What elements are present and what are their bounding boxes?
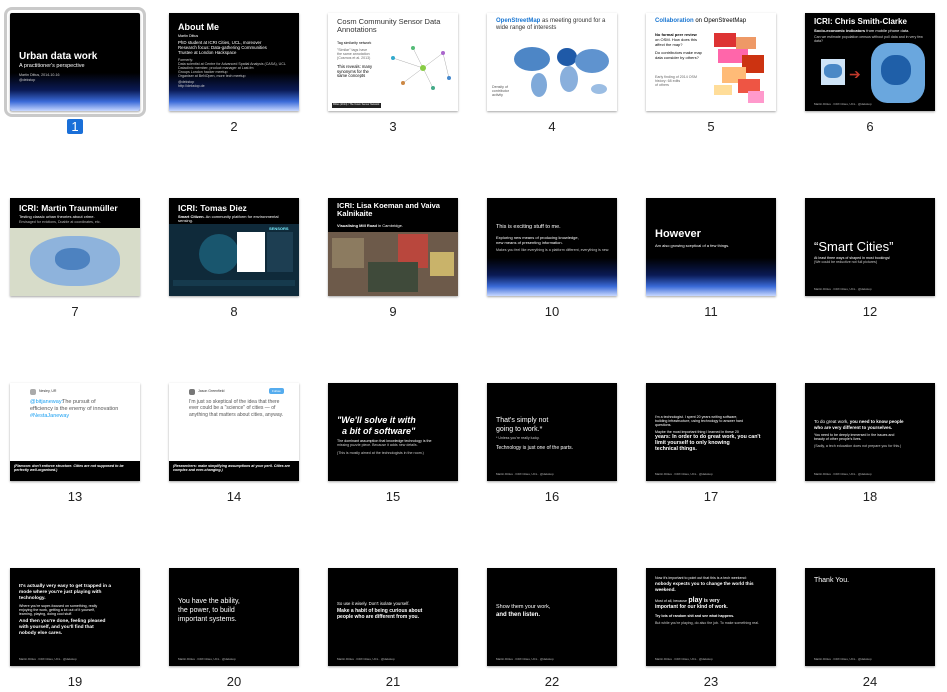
slide-thumb-24[interactable]: Thank You. Martin Dittus · ICRI Cities, … bbox=[805, 568, 935, 689]
slide-number: 21 bbox=[385, 674, 401, 689]
london-map bbox=[10, 228, 140, 296]
slide-thumb-22[interactable]: Show them your work, and then listen. Ma… bbox=[487, 568, 617, 689]
slide-preview[interactable]: However Am also growing sceptical of a f… bbox=[646, 198, 776, 296]
small-map-image bbox=[821, 59, 845, 85]
slide-preview[interactable]: Now it's important to point out that thi… bbox=[646, 568, 776, 666]
slide-number: 5 bbox=[707, 119, 715, 134]
slide-number: 18 bbox=[862, 489, 878, 504]
slide-thumb-10[interactable]: This is exciting stuff to me. Exploring … bbox=[487, 198, 617, 319]
slide-preview[interactable]: Collaboration on OpenStreetMap No formal… bbox=[646, 13, 776, 111]
slide-preview[interactable]: This is exciting stuff to me. Exploring … bbox=[487, 198, 617, 296]
slide-title: Collaboration on OpenStreetMap bbox=[655, 18, 747, 24]
slide-thumb-23[interactable]: Now it's important to point out that thi… bbox=[646, 568, 776, 689]
slide-thumb-7[interactable]: ICRI: Martin Traunmüller Testing classic… bbox=[10, 198, 140, 319]
slide-number: 3 bbox=[389, 119, 397, 134]
tag-network-graph bbox=[391, 46, 451, 90]
slide-number: 19 bbox=[67, 674, 83, 689]
slide-preview[interactable]: "We'll solve it with a bit of software" … bbox=[328, 383, 458, 481]
tweet-card: Jason Greenfield Follow I'm just so skep… bbox=[169, 383, 299, 461]
slide-number: 15 bbox=[385, 489, 401, 504]
slide-thumb-21[interactable]: So use it wisely. Don't isolate yourself… bbox=[328, 568, 458, 689]
slide-preview[interactable]: ICRI: Martin Traunmüller Testing classic… bbox=[10, 198, 140, 296]
slide-preview[interactable]: It's actually very easy to get trapped i… bbox=[10, 568, 140, 666]
slide-thumb-6[interactable]: ICRI: Chris Smith-Clarke Socio-economic … bbox=[805, 13, 935, 134]
slide-meta: Martin Dittus, 2014-10-16 bbox=[19, 73, 60, 77]
tweet-card: Nesley, UR @bitjaneway: The pursuit of e… bbox=[10, 383, 140, 461]
slide-title: ICRI: Martin Traunmüller bbox=[19, 203, 118, 213]
slide-number: 23 bbox=[703, 674, 719, 689]
slide-preview[interactable]: Cosm Community Sensor Data Annotations T… bbox=[328, 13, 458, 111]
slide-thumb-17[interactable]: I'm a technologist. I spent 20 years wri… bbox=[646, 383, 776, 504]
slide-thumb-4[interactable]: OpenStreetMap as meeting ground for a wi… bbox=[487, 13, 617, 134]
slide-number: 7 bbox=[71, 304, 79, 319]
slide-number: 22 bbox=[544, 674, 560, 689]
slide-thumb-2[interactable]: About Me Martin Dittus PhD student at IC… bbox=[169, 13, 299, 134]
slide-preview[interactable]: To do great work, you need to know peopl… bbox=[805, 383, 935, 481]
slide-number: 11 bbox=[704, 304, 718, 319]
slide-number: 1 bbox=[10, 119, 140, 134]
slide-number: 17 bbox=[703, 489, 719, 504]
slide-number: 4 bbox=[548, 119, 556, 134]
slide-preview[interactable]: That's simply not going to work.* * Unle… bbox=[487, 383, 617, 481]
slide-thumb-14[interactable]: Jason Greenfield Follow I'm just so skep… bbox=[169, 383, 299, 504]
slide-preview[interactable]: About Me Martin Dittus PhD student at IC… bbox=[169, 13, 299, 111]
slide-thumb-16[interactable]: That's simply not going to work.* * Unle… bbox=[487, 383, 617, 504]
slide-preview[interactable]: OpenStreetMap as meeting ground for a wi… bbox=[487, 13, 617, 111]
arrow-right-icon: ➔ bbox=[849, 66, 861, 82]
slide-thumb-13[interactable]: Nesley, UR @bitjaneway: The pursuit of e… bbox=[10, 383, 140, 504]
slide-number: 9 bbox=[389, 304, 397, 319]
slide-number: 20 bbox=[226, 674, 242, 689]
slide-title: Cosm Community Sensor Data Annotations bbox=[337, 17, 441, 35]
slide-title: However bbox=[655, 228, 701, 240]
slide-number: 14 bbox=[226, 489, 242, 504]
slide-subtitle: A practitioner's perspective bbox=[19, 63, 85, 69]
slide-title: ICRI: Chris Smith-Clarke bbox=[814, 17, 907, 26]
slide-title: Thank You. bbox=[814, 577, 850, 584]
slide-number: 12 bbox=[862, 304, 878, 319]
slide-preview[interactable]: So use it wisely. Don't isolate yourself… bbox=[328, 568, 458, 666]
slide-title: Urban data work bbox=[19, 51, 98, 62]
slide-number: 2 bbox=[230, 119, 238, 134]
slide-thumb-11[interactable]: However Am also growing sceptical of a f… bbox=[646, 198, 776, 319]
slide-thumb-15[interactable]: "We'll solve it with a bit of software" … bbox=[328, 383, 458, 504]
slide-preview[interactable]: I'm a technologist. I spent 20 years wri… bbox=[646, 383, 776, 481]
slide-thumb-12[interactable]: “Smart Cities” At least three ways of sh… bbox=[805, 198, 935, 319]
slide-number: 10 bbox=[544, 304, 560, 319]
slide-title: OpenStreetMap as meeting ground for a wi… bbox=[496, 18, 606, 31]
collaboration-map bbox=[714, 33, 764, 103]
slide-thumb-20[interactable]: You have the ability, the power, to buil… bbox=[169, 568, 299, 689]
slide-number: 13 bbox=[67, 489, 83, 504]
slide-title: ICRI: Lisa Koeman and Vaiva Kalnikaite bbox=[337, 201, 440, 219]
slide-preview[interactable]: Nesley, UR @bitjaneway: The pursuit of e… bbox=[10, 383, 140, 481]
slide-thumb-8[interactable]: ICRI: Tomas Diez Smart Citizen. An commu… bbox=[169, 198, 299, 319]
dashboard-screenshot: SENSORS bbox=[169, 224, 299, 296]
slide-preview[interactable]: Show them your work, and then listen. Ma… bbox=[487, 568, 617, 666]
slide-preview[interactable]: ICRI: Lisa Koeman and Vaiva Kalnikaite V… bbox=[328, 198, 458, 296]
slide-thumb-9[interactable]: ICRI: Lisa Koeman and Vaiva Kalnikaite V… bbox=[328, 198, 458, 319]
slide-handle: @dekstop bbox=[19, 78, 36, 82]
slide-thumb-19[interactable]: It's actually very easy to get trapped i… bbox=[10, 568, 140, 689]
slide-preview[interactable]: Urban data work A practitioner's perspec… bbox=[4, 7, 146, 117]
slide-preview[interactable]: You have the ability, the power, to buil… bbox=[169, 568, 299, 666]
slide-preview[interactable]: Jason Greenfield Follow I'm just so skep… bbox=[169, 383, 299, 481]
photo-visualisation bbox=[328, 232, 458, 296]
slide-thumb-5[interactable]: Collaboration on OpenStreetMap No formal… bbox=[646, 13, 776, 134]
slide-number: 6 bbox=[866, 119, 874, 134]
slide-number: 16 bbox=[544, 489, 560, 504]
slide-preview[interactable]: Thank You. Martin Dittus · ICRI Cities, … bbox=[805, 568, 935, 666]
slide-title: “Smart Cities” bbox=[814, 239, 894, 254]
slide-title: ICRI: Tomas Diez bbox=[178, 203, 247, 213]
slide-preview[interactable]: ICRI: Tomas Diez Smart Citizen. An commu… bbox=[169, 198, 299, 296]
slide-number: 8 bbox=[230, 304, 238, 319]
slide-number: 24 bbox=[862, 674, 878, 689]
slide-thumb-3[interactable]: Cosm Community Sensor Data Annotations T… bbox=[328, 13, 458, 134]
slide-thumb-1[interactable]: Urban data work A practitioner's perspec… bbox=[4, 7, 146, 134]
slide-preview[interactable]: “Smart Cities” At least three ways of sh… bbox=[805, 198, 935, 296]
slide-thumb-18[interactable]: To do great work, you need to know peopl… bbox=[805, 383, 935, 504]
large-map-image bbox=[871, 43, 925, 103]
slide-preview[interactable]: ICRI: Chris Smith-Clarke Socio-economic … bbox=[805, 13, 935, 111]
slide-title: About Me bbox=[178, 22, 219, 32]
